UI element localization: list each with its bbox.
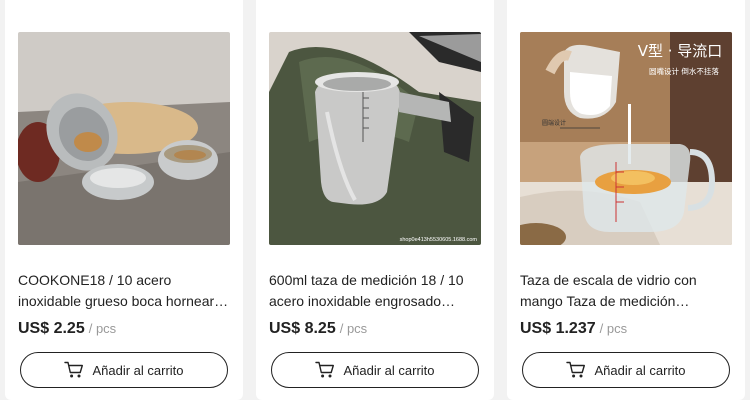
product-image[interactable] bbox=[18, 32, 230, 245]
shopping-cart-icon bbox=[315, 361, 335, 378]
glass-measuring-cup-photo: V型 · 导流口 圆嘴设计 倒水不挂落 圆端设计 bbox=[520, 32, 732, 245]
steel-bowls-photo bbox=[18, 32, 230, 245]
product-image[interactable]: shop0e413h5530605.1688.com bbox=[269, 32, 481, 245]
image-overlay-title: V型 · 导流口 bbox=[638, 42, 723, 60]
price-unit: / pcs bbox=[339, 321, 368, 336]
product-price: US$ 2.25 bbox=[18, 320, 85, 337]
price-unit: / pcs bbox=[88, 321, 117, 336]
price-row: US$ 8.25/ pcs bbox=[269, 320, 367, 338]
product-title[interactable]: Taza de escala de vidrio con mango Taza … bbox=[520, 270, 732, 312]
shopping-cart-icon bbox=[64, 361, 84, 378]
measuring-cup-photo: shop0e413h5530605.1688.com bbox=[269, 32, 481, 245]
product-price: US$ 8.25 bbox=[269, 320, 336, 337]
price-row: US$ 1.237/ pcs bbox=[520, 320, 627, 338]
add-to-cart-label: Añadir al carrito bbox=[594, 362, 686, 378]
product-title[interactable]: 600ml taza de medición 18 / 10 acero ino… bbox=[269, 270, 481, 312]
image-overlay-subtitle: 圆嘴设计 倒水不挂落 bbox=[649, 66, 719, 76]
product-price: US$ 1.237 bbox=[520, 320, 596, 337]
product-image[interactable]: V型 · 导流口 圆嘴设计 倒水不挂落 圆端设计 bbox=[520, 32, 732, 245]
add-to-cart-button[interactable]: Añadir al carrito bbox=[271, 352, 479, 388]
image-watermark: shop0e413h5530605.1688.com bbox=[400, 237, 478, 243]
product-card[interactable]: V型 · 导流口 圆嘴设计 倒水不挂落 圆端设计 Taza de escala … bbox=[507, 0, 745, 400]
product-card[interactable]: COOKONE18 / 10 acero inoxidable grueso b… bbox=[5, 0, 243, 400]
add-to-cart-label: Añadir al carrito bbox=[343, 362, 435, 378]
product-title[interactable]: COOKONE18 / 10 acero inoxidable grueso b… bbox=[18, 270, 230, 312]
price-row: US$ 2.25/ pcs bbox=[18, 320, 116, 338]
image-overlay-label: 圆端设计 bbox=[542, 119, 566, 127]
price-unit: / pcs bbox=[599, 321, 628, 336]
product-grid: COOKONE18 / 10 acero inoxidable grueso b… bbox=[0, 0, 750, 400]
add-to-cart-button[interactable]: Añadir al carrito bbox=[20, 352, 228, 388]
product-card[interactable]: shop0e413h5530605.1688.com 600ml taza de… bbox=[256, 0, 494, 400]
shopping-cart-icon bbox=[566, 361, 586, 378]
add-to-cart-button[interactable]: Añadir al carrito bbox=[522, 352, 730, 388]
add-to-cart-label: Añadir al carrito bbox=[92, 362, 184, 378]
